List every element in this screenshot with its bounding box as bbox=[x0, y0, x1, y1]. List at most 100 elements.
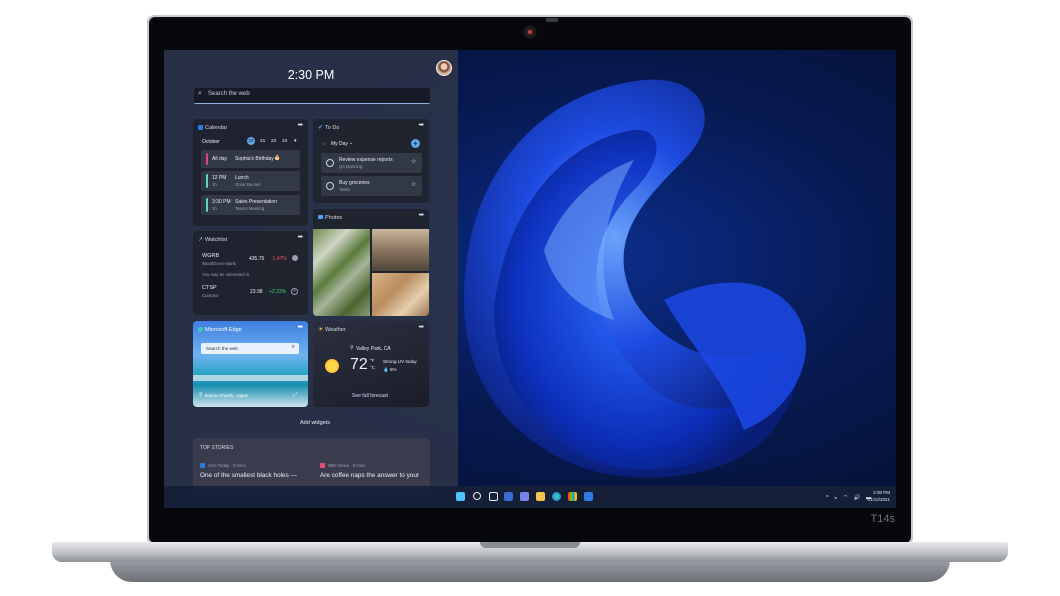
search-icon: ⌕ bbox=[291, 344, 295, 350]
event-sub: Teams Meeting bbox=[235, 206, 265, 211]
my-day-icon: ☼ bbox=[322, 141, 327, 147]
star-icon[interactable]: ☆ bbox=[411, 181, 416, 188]
weather-condition: Strong UV today bbox=[383, 359, 417, 364]
remove-icon[interactable] bbox=[292, 255, 298, 261]
story-headline[interactable]: Are coffee naps the answer to your bbox=[320, 472, 419, 479]
event-time: 3:30 PM bbox=[212, 199, 231, 205]
more-icon[interactable]: ••• bbox=[419, 122, 424, 129]
calendar-title: Calendar bbox=[205, 125, 228, 131]
event-color-bar bbox=[206, 174, 208, 188]
checkbox[interactable] bbox=[326, 159, 334, 167]
add-stock-icon[interactable]: + bbox=[291, 288, 298, 295]
clock-date: 01/12/2021 bbox=[867, 496, 890, 502]
search-taskbar-icon[interactable] bbox=[473, 492, 481, 500]
edge-search-placeholder: Search the web bbox=[206, 346, 238, 351]
calendar-day-selected[interactable]: 20 bbox=[247, 137, 255, 145]
todo-item-sub: Tasks bbox=[339, 187, 350, 192]
checkbox[interactable] bbox=[326, 182, 334, 190]
more-icon[interactable]: ••• bbox=[298, 234, 303, 241]
sun-small-icon: ☀ bbox=[318, 327, 324, 333]
edge-taskbar-icon[interactable] bbox=[552, 492, 561, 501]
weather-widget[interactable]: ☀ Weather ••• ⚲ Valley Park, CA 72 °F °C… bbox=[313, 321, 429, 407]
edge-icon bbox=[198, 327, 203, 332]
stock-name: Contoso bbox=[202, 293, 219, 298]
check-icon: ✔ bbox=[318, 125, 324, 131]
photos-widget[interactable]: Photos ••• bbox=[313, 209, 429, 316]
usatoday-icon bbox=[200, 463, 205, 468]
location-pin-icon: ⚲ bbox=[350, 345, 354, 351]
story-headline[interactable]: One of the smallest black holes — bbox=[200, 472, 297, 479]
star-icon[interactable]: ☆ bbox=[411, 158, 416, 165]
task-view-icon[interactable] bbox=[489, 492, 498, 501]
stock-name: WoodGrove Bank bbox=[202, 261, 236, 266]
chevron-down-icon[interactable]: ⌄ bbox=[349, 140, 353, 146]
calendar-day[interactable]: 22 bbox=[271, 139, 276, 144]
more-icon[interactable]: ••• bbox=[419, 324, 424, 331]
edge-widget[interactable]: Microsoft Edge ••• Search the web ⌕ ⚲ Ik… bbox=[193, 321, 308, 407]
event-duration: 1h bbox=[212, 206, 217, 211]
photo-shop[interactable] bbox=[372, 273, 429, 316]
stock-price: 23.98 bbox=[250, 289, 263, 295]
taskbar-clock[interactable]: 2:30 PM 01/12/2021 bbox=[867, 490, 890, 503]
panel-time: 2:30 PM bbox=[287, 68, 335, 82]
calendar-event[interactable]: 3:30 PM 1h Sales Presentation Teams Meet… bbox=[201, 195, 300, 215]
event-color-bar bbox=[206, 153, 208, 165]
see-forecast-link[interactable]: See full forecast bbox=[352, 393, 388, 399]
calendar-event[interactable]: 12 PM 1h Lunch Omar Bennet bbox=[201, 171, 300, 191]
todo-widget[interactable]: ✔ To Do ••• ☼ My Day ⌄ + Review expense … bbox=[313, 119, 429, 203]
file-explorer-icon[interactable] bbox=[536, 492, 545, 501]
search-placeholder: Search the web bbox=[208, 91, 250, 97]
todo-item-title: Review expense reports bbox=[339, 157, 393, 163]
edge-search-input[interactable]: Search the web ⌕ bbox=[201, 343, 299, 354]
chevron-down-icon[interactable]: ▾ bbox=[294, 138, 297, 144]
webcam-indicator bbox=[528, 30, 532, 34]
calendar-event[interactable]: All day Sophia's Birthday 🎂 bbox=[201, 150, 300, 168]
add-task-button[interactable]: + bbox=[411, 139, 420, 148]
search-input[interactable]: ⌕ Search the web bbox=[194, 88, 430, 104]
event-title: Sophia's Birthday bbox=[235, 156, 274, 162]
todo-item-sub: Q4 planning bbox=[339, 164, 363, 169]
more-icon[interactable]: ••• bbox=[298, 324, 303, 331]
more-icon[interactable]: ••• bbox=[298, 122, 303, 129]
stock-change: -1.47% bbox=[271, 256, 287, 262]
calendar-widget[interactable]: Calendar ••• October 20 21 22 23 ▾ All d… bbox=[193, 119, 308, 226]
more-icon[interactable]: ••• bbox=[419, 212, 424, 219]
weather-unit-c[interactable]: °C bbox=[370, 365, 375, 370]
top-stories-title: TOP STORIES bbox=[200, 445, 234, 451]
event-duration: 1h bbox=[212, 182, 217, 187]
laptop-lid-lip bbox=[480, 542, 580, 548]
system-tray-icons[interactable]: ^ ◒ ⌔ 🔊 ▬ bbox=[826, 494, 874, 501]
expand-icon[interactable]: ⤢ bbox=[293, 392, 297, 398]
photo-building[interactable] bbox=[313, 229, 370, 316]
todo-list-name[interactable]: My Day bbox=[331, 141, 348, 147]
cake-icon: 🎂 bbox=[274, 155, 281, 161]
add-widgets-button[interactable]: Add widgets bbox=[296, 418, 334, 428]
event-color-bar bbox=[206, 198, 208, 212]
todo-item[interactable]: Buy groceries Tasks ☆ bbox=[321, 176, 422, 196]
weather-location: Valley Park, CA bbox=[356, 346, 391, 352]
stock-symbol: CTSP bbox=[202, 285, 217, 291]
raindrop-icon: 💧 bbox=[383, 367, 389, 372]
store-icon[interactable] bbox=[568, 492, 577, 501]
avatar[interactable] bbox=[436, 60, 452, 76]
weather-unit-f[interactable]: °F bbox=[370, 358, 375, 363]
story-source: NBC News · 5 mins bbox=[328, 463, 366, 468]
teams-icon[interactable] bbox=[520, 492, 529, 501]
sun-icon bbox=[325, 359, 339, 373]
edge-location: Ikema Ohashi, Japan bbox=[205, 393, 249, 398]
photo-interior[interactable] bbox=[372, 229, 429, 271]
event-title: Lunch bbox=[235, 175, 249, 181]
calendar-month: October bbox=[202, 139, 220, 145]
calendar-day[interactable]: 23 bbox=[282, 139, 287, 144]
start-icon[interactable] bbox=[456, 492, 465, 501]
widgets-icon[interactable] bbox=[504, 492, 513, 501]
mail-icon[interactable] bbox=[584, 492, 593, 501]
todo-item[interactable]: Review expense reports Q4 planning ☆ bbox=[321, 153, 422, 173]
chart-icon: ↗ bbox=[198, 237, 204, 243]
stock-price: 435.75 bbox=[249, 256, 265, 262]
calendar-day[interactable]: 21 bbox=[260, 139, 265, 144]
weather-temp: 72 bbox=[350, 356, 368, 373]
watchlist-widget[interactable]: ↗ Watchlist ••• WGRB WoodGrove Bank 435.… bbox=[193, 231, 308, 315]
nbc-icon bbox=[320, 463, 325, 468]
cloud-icon bbox=[318, 215, 323, 219]
